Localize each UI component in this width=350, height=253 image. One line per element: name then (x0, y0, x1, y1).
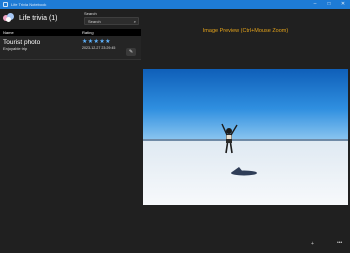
row-subtitle: Enjoyable trip (3, 46, 28, 51)
row-date: 2023-12-27 23:29:45 (82, 46, 116, 50)
minimize-button[interactable]: – (308, 0, 322, 9)
sidebar: Life trivia (1) Search Search ⌕ Name Rat… (0, 9, 141, 253)
row-title: Tourist photo (3, 39, 41, 46)
title-bar: Life Trivia Notebook – □ ✕ (0, 0, 350, 9)
column-header-rating[interactable]: Rating (82, 30, 94, 35)
search-icon[interactable]: ⌕ (134, 19, 136, 24)
preview-pane: Image Preview (Ctrl+Mouse Zoom) + ••• (141, 9, 350, 253)
app-logo-icon (3, 13, 15, 22)
window-title: Life Trivia Notebook (11, 2, 47, 7)
search-input[interactable]: Search ⌕ (84, 17, 139, 25)
pencil-icon: ✎ (128, 49, 134, 55)
maximize-button[interactable]: □ (322, 0, 336, 9)
photo-graphic (143, 69, 348, 205)
app-icon (3, 2, 8, 7)
sidebar-header: Life trivia (1) Search Search ⌕ (0, 9, 141, 29)
more-options-icon[interactable]: ••• (337, 240, 342, 246)
search-label: Search (84, 11, 97, 16)
column-header-name[interactable]: Name (3, 30, 14, 35)
table-row[interactable]: Tourist photo Enjoyable trip ★★★★★ 2023-… (0, 36, 141, 60)
page-title: Life trivia (1) (19, 15, 58, 22)
preview-title: Image Preview (Ctrl+Mouse Zoom) (202, 28, 289, 34)
close-button[interactable]: ✕ (336, 0, 350, 9)
window-controls: – □ ✕ (308, 0, 350, 9)
rating-stars[interactable]: ★★★★★ (82, 39, 111, 45)
preview-image[interactable] (143, 69, 348, 205)
table-header: Name Rating (0, 29, 141, 36)
edit-button[interactable]: ✎ (126, 48, 136, 56)
search-placeholder: Search (88, 18, 101, 24)
zoom-in-icon[interactable]: + (311, 241, 314, 247)
